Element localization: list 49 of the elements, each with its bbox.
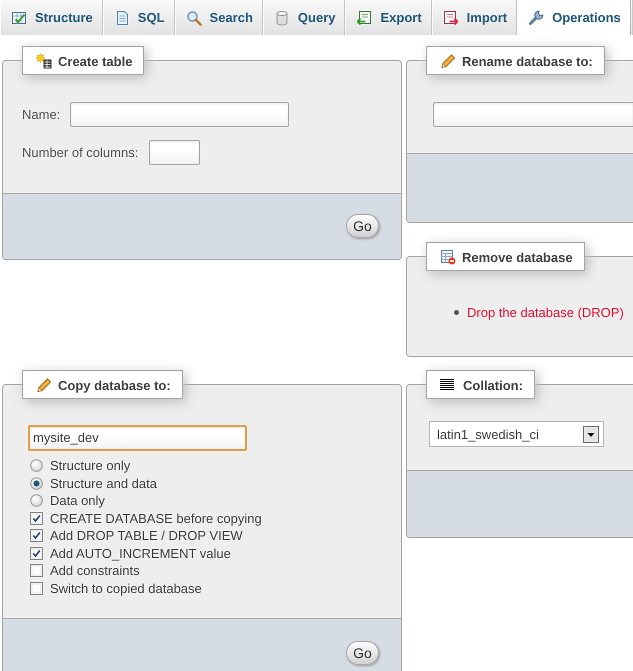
checkbox[interactable]	[30, 564, 43, 578]
option-label: Data only	[50, 493, 105, 508]
tab[interactable]: SQL	[102, 0, 175, 35]
panel-title: Create table	[58, 54, 132, 70]
option-label: Structure and data	[50, 476, 157, 491]
radio-button[interactable]	[30, 494, 43, 508]
wrench-icon	[528, 10, 544, 26]
tab[interactable]: Export	[345, 0, 432, 35]
field-label: Name:	[22, 107, 60, 122]
panel-title: Collation:	[463, 378, 523, 394]
go-button[interactable]: Go	[346, 214, 379, 238]
search-icon	[186, 10, 202, 26]
cylinder-icon	[274, 10, 290, 26]
drop-database-link[interactable]: Drop the database (DROP)	[467, 304, 624, 321]
panel-title: Remove database	[462, 250, 573, 266]
pencil-icon	[36, 376, 52, 393]
pencil-icon	[440, 52, 456, 69]
checkbox[interactable]	[30, 546, 43, 560]
option-label: CREATE DATABASE before copying	[50, 510, 262, 526]
input-field[interactable]	[433, 102, 633, 127]
database-name-field[interactable]: mysite_dev	[28, 425, 247, 451]
panel-title: Rename database to:	[462, 54, 593, 70]
panel-title: Copy database to:	[58, 378, 171, 394]
checkbox[interactable]	[30, 512, 43, 525]
field-label: Number of columns:	[22, 145, 138, 160]
radio-button[interactable]	[30, 459, 43, 472]
tab[interactable]: Structure	[0, 0, 103, 35]
caret-icon	[583, 426, 599, 442]
checkbox[interactable]	[30, 582, 43, 595]
option-label: Add AUTO_INCREMENT value	[50, 546, 231, 561]
option-label: Structure only	[50, 458, 130, 474]
input-field[interactable]	[149, 140, 200, 165]
lines-icon	[440, 378, 454, 391]
collation-select[interactable]: latin1_swedish_ci	[429, 421, 604, 447]
option-label: Switch to copied database	[50, 580, 202, 596]
input-field[interactable]	[70, 102, 290, 127]
option-label: Add constraints	[50, 563, 140, 578]
checkbox[interactable]	[30, 529, 43, 542]
bullet-icon	[454, 310, 459, 315]
tab[interactable]: Operations	[517, 0, 631, 35]
tab[interactable]: Search	[174, 0, 263, 35]
option-label: Add DROP TABLE / DROP VIEW	[50, 528, 243, 544]
go-button[interactable]: Go	[346, 641, 379, 665]
sparkle-table-icon	[36, 52, 52, 69]
table-minus-icon	[440, 248, 456, 265]
tab[interactable]: Query	[262, 0, 346, 35]
radio-button[interactable]	[30, 476, 43, 490]
table-check-icon	[11, 10, 27, 26]
tab[interactable]: Import	[432, 0, 518, 35]
